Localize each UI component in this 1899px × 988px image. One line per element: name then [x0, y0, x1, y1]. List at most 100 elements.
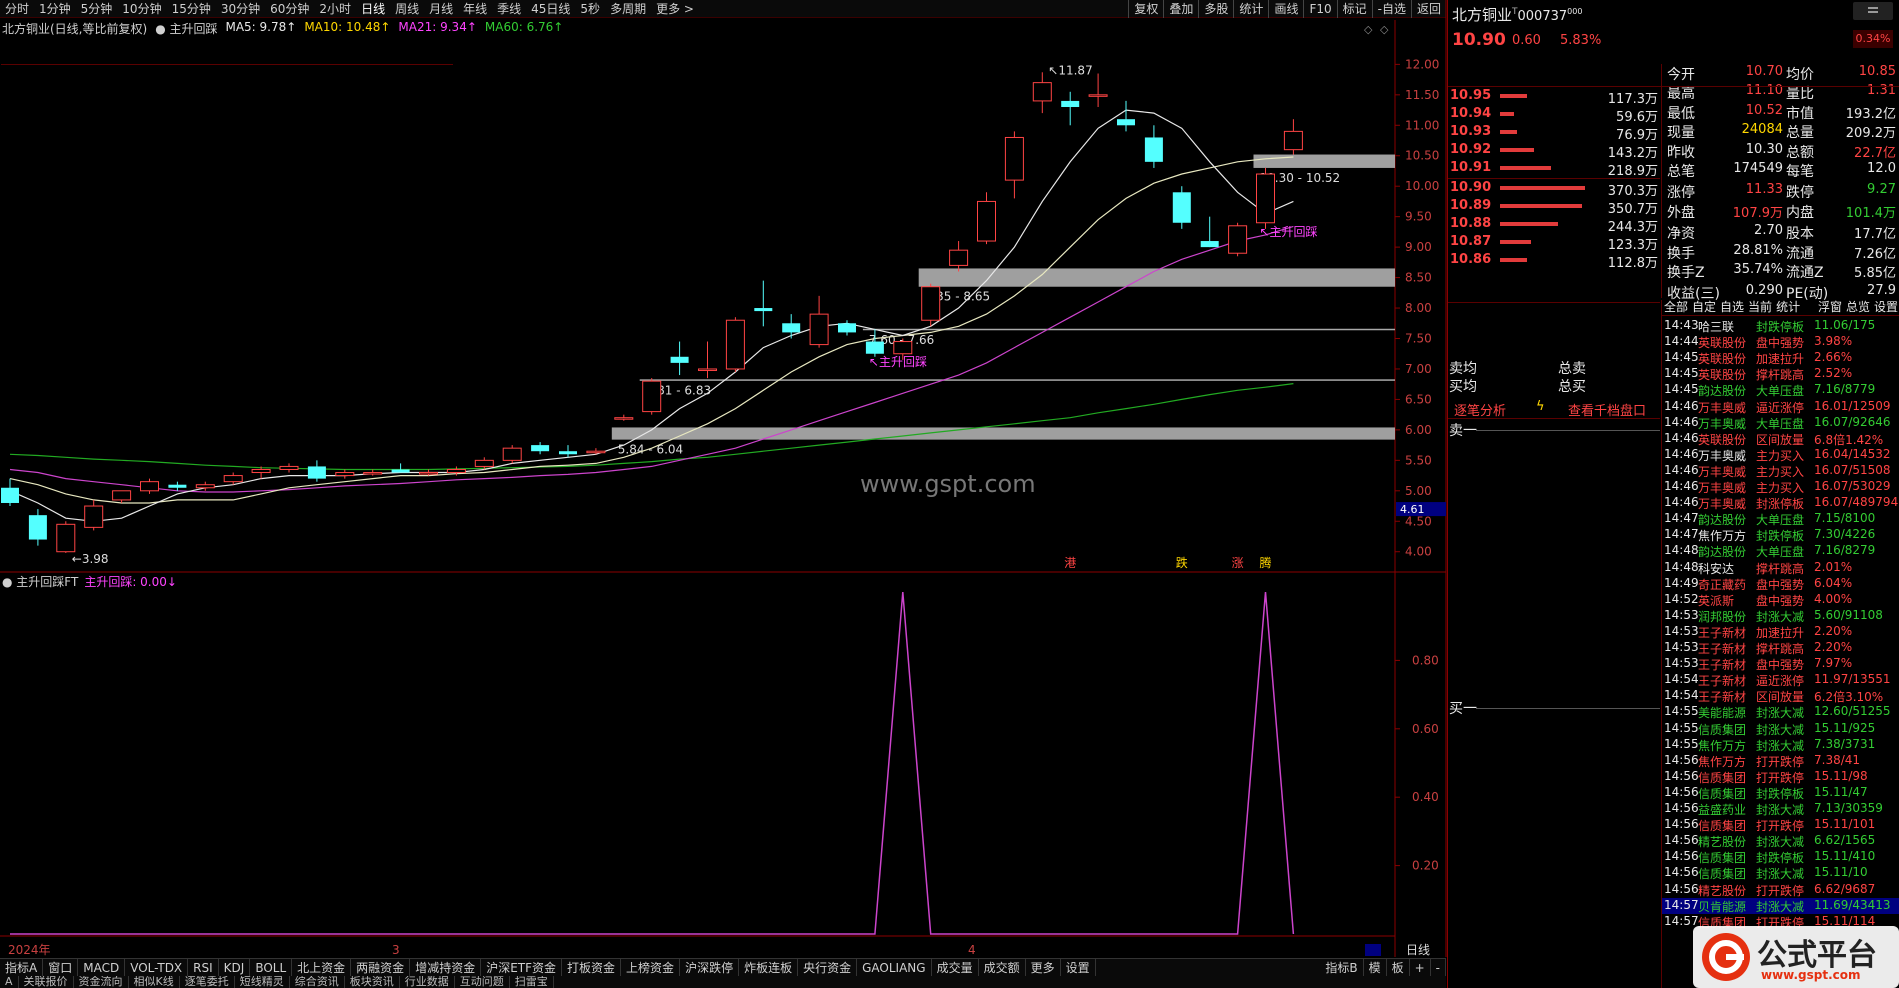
trade-row[interactable]: 14:46 万丰奥威 主力买入 16.07/53029 — [1662, 479, 1899, 495]
trade-row[interactable]: 14:47 韵达股份 大单压盘 7.15/8100 — [1662, 511, 1899, 527]
price-tick: 6.50 — [1405, 392, 1432, 406]
info-tab-2[interactable]: 资金流向 — [74, 976, 129, 988]
indicator-tab-16[interactable]: GAOLIANG — [857, 958, 932, 977]
indicator-tab-20[interactable]: 设置 — [1061, 958, 1096, 977]
list-tab-1[interactable]: 自定 — [1690, 298, 1718, 315]
event-marker-1[interactable]: 跌 — [1176, 555, 1188, 570]
trade-row[interactable]: 14:49 奇正藏药 盘中强势 6.04% — [1662, 576, 1899, 592]
trade-row[interactable]: 14:56 信质集团 封涨大减 15.11/10 — [1662, 865, 1899, 881]
trade-row[interactable]: 14:53 王子新材 撑杆跳高 2.20% — [1662, 640, 1899, 656]
info-tab-6[interactable]: 综合资讯 — [290, 976, 345, 988]
orderbook-row: 10.89 350.7万 — [1448, 198, 1660, 217]
trade-row[interactable]: 14:53 润邦股份 封涨大减 5.60/91108 — [1662, 608, 1899, 624]
trade-row[interactable]: 14:56 益盛药业 封涨大减 7.13/30359 — [1662, 801, 1899, 817]
list-tab-6[interactable]: 总览 — [1844, 298, 1872, 315]
info-tab-10[interactable]: 扫雷宝 — [510, 976, 554, 988]
orderbook-bar — [1500, 222, 1558, 226]
trade-row[interactable]: 14:56 焦作万方 打开跌停 7.38/41 — [1662, 753, 1899, 769]
indicator-tab-0[interactable]: 指标A — [0, 958, 44, 977]
trade-row[interactable]: 14:45 英联股份 加速拉升 2.66% — [1662, 350, 1899, 366]
indicator-tab-6[interactable]: BOLL — [250, 958, 293, 977]
trade-row[interactable]: 14:54 王子新材 区间放量 6.2倍3.10% — [1662, 688, 1899, 704]
info-tab-4[interactable]: 逐笔委托 — [180, 976, 235, 988]
view-depth-link[interactable]: 查看千档盘口 — [1568, 400, 1646, 419]
indicator-tab-1[interactable]: 窗口 — [43, 958, 79, 977]
indicator-tab-3[interactable]: VOL-TDX — [125, 958, 189, 977]
indicator-tab-7[interactable]: 北上资金 — [292, 958, 352, 977]
scroll-handle[interactable] — [1365, 944, 1381, 956]
info-tab-7[interactable]: 板块资讯 — [345, 976, 400, 988]
trade-row[interactable]: 14:53 王子新材 盘中强势 7.97% — [1662, 656, 1899, 672]
orderbook-bar — [1500, 94, 1527, 98]
trade-row[interactable]: 14:56 信质集团 封跌停板 15.11/410 — [1662, 849, 1899, 865]
event-marker-0[interactable]: 港 — [1064, 556, 1076, 570]
signal-line — [10, 591, 1295, 935]
indicator-tab-11[interactable]: 打板资金 — [562, 958, 622, 977]
separator — [1448, 86, 1899, 87]
indicator-right-4[interactable]: - — [1431, 959, 1446, 977]
event-marker-2[interactable]: 涨 — [1232, 555, 1244, 570]
indicator-tab-12[interactable]: 上榜资金 — [621, 958, 681, 977]
trade-row[interactable]: 14:43 哈三联 封跌停板 11.06/175 — [1662, 318, 1899, 334]
trade-row[interactable]: 14:56 精艺股份 封涨大减 6.62/1565 — [1662, 833, 1899, 849]
list-tab-3[interactable]: 当前 — [1746, 298, 1774, 315]
info-tab-0[interactable]: A — [0, 976, 19, 988]
indicator-tab-8[interactable]: 两融资金 — [351, 958, 411, 977]
trade-stock: 王子新材 — [1698, 658, 1747, 673]
trade-time: 14:57 — [1664, 897, 1699, 912]
trade-stock: 润邦股份 — [1698, 609, 1747, 624]
indicator-tab-18[interactable]: 成交额 — [979, 958, 1026, 977]
indicator-tab-17[interactable]: 成交量 — [932, 958, 979, 977]
list-tab-4[interactable]: 统计 — [1774, 298, 1802, 315]
trade-row[interactable]: 14:57 贝肯能源 封涨大减 11.69/43413 — [1662, 897, 1899, 914]
indicator-right-1[interactable]: 模 — [1364, 959, 1387, 977]
trade-row[interactable]: 14:54 王子新材 逼近涨停 11.97/13551 — [1662, 672, 1899, 688]
trade-row[interactable]: 14:46 万丰奥威 主力买入 16.04/14532 — [1662, 447, 1899, 463]
indicator-right-2[interactable]: 板 — [1387, 959, 1410, 977]
trade-row[interactable]: 14:55 美能能源 封涨大减 12.60/51255 — [1662, 704, 1899, 720]
indicator-tab-14[interactable]: 炸板连板 — [739, 958, 799, 977]
list-tab-0[interactable]: 全部 — [1662, 298, 1690, 315]
trade-row[interactable]: 14:46 英联股份 区间放量 6.8倍1.42% — [1662, 431, 1899, 447]
trade-row[interactable]: 14:56 精艺股份 打开跌停 6.62/9687 — [1662, 882, 1899, 898]
indicator-tab-9[interactable]: 增减持资金 — [410, 958, 482, 977]
trade-row[interactable]: 14:46 万丰奥威 逼近涨停 16.01/12509 — [1662, 399, 1899, 415]
indicator-tab-2[interactable]: MACD — [78, 958, 126, 977]
trade-row[interactable]: 14:46 万丰奥威 大单压盘 16.07/92646 — [1662, 415, 1899, 431]
trade-row[interactable]: 14:56 信质集团 封跌停板 15.11/47 — [1662, 785, 1899, 801]
trade-row[interactable]: 14:53 王子新材 加速拉升 2.20% — [1662, 624, 1899, 640]
indicator-tab-15[interactable]: 央行资金 — [798, 958, 858, 977]
trade-row[interactable]: 14:46 万丰奥威 主力买入 16.07/51508 — [1662, 463, 1899, 479]
indicator-tab-5[interactable]: KDJ — [219, 958, 251, 977]
indicator-tab-4[interactable]: RSI — [188, 958, 219, 977]
trade-row[interactable]: 14:52 英派斯 盘中强势 4.00% — [1662, 592, 1899, 608]
trade-row[interactable]: 14:48 韵达股份 大单压盘 7.16/8279 — [1662, 543, 1899, 559]
trade-row[interactable]: 14:56 信质集团 打开跌停 15.11/98 — [1662, 769, 1899, 785]
period-label[interactable]: 日线 — [1406, 943, 1430, 957]
indicator-tab-10[interactable]: 沪深ETF资金 — [481, 958, 563, 977]
trade-row[interactable]: 14:46 万丰奥威 封涨停板 16.07/489794 — [1662, 495, 1899, 511]
trade-row[interactable]: 14:56 信质集团 打开跌停 15.11/101 — [1662, 817, 1899, 833]
trade-row[interactable]: 14:45 英联股份 撑杆跳高 2.52% — [1662, 366, 1899, 382]
indicator-tab-19[interactable]: 更多 — [1026, 958, 1061, 977]
indicator-tab-13[interactable]: 沪深跌停 — [680, 958, 740, 977]
trade-row[interactable]: 14:45 韵达股份 大单压盘 7.16/8779 — [1662, 382, 1899, 398]
trade-row[interactable]: 14:55 焦作万方 封涨大减 7.38/3731 — [1662, 737, 1899, 753]
event-marker-3[interactable]: 腾 — [1260, 555, 1272, 570]
info-tab-5[interactable]: 短线精灵 — [235, 976, 290, 988]
indicator-right-0[interactable]: 指标B — [1320, 959, 1364, 977]
list-tab-5[interactable]: 浮窗 — [1816, 298, 1844, 315]
list-tab-2[interactable]: 自选 — [1718, 298, 1746, 315]
trade-row[interactable]: 14:48 科安达 撑杆跳高 2.01% — [1662, 560, 1899, 576]
info-tab-9[interactable]: 互动问题 — [455, 976, 510, 988]
trade-row[interactable]: 14:47 焦作万方 封跌停板 7.30/4226 — [1662, 527, 1899, 543]
list-tab-7[interactable]: 设置 — [1872, 298, 1899, 315]
indicator-right-3[interactable]: + — [1410, 959, 1431, 977]
info-tab-1[interactable]: 关联报价 — [19, 976, 74, 988]
trade-analysis-link[interactable]: 逐笔分析 — [1454, 400, 1506, 419]
trade-row[interactable]: 14:55 信质集团 封涨大减 15.11/925 — [1662, 721, 1899, 737]
info-tab-8[interactable]: 行业数据 — [400, 976, 455, 988]
trade-row[interactable]: 14:44 英联股份 盘中强势 3.98% — [1662, 334, 1899, 350]
info-tab-3[interactable]: 相似K线 — [129, 976, 180, 988]
sub-indicator-name[interactable]: ● 主升回踩FT — [2, 573, 78, 589]
